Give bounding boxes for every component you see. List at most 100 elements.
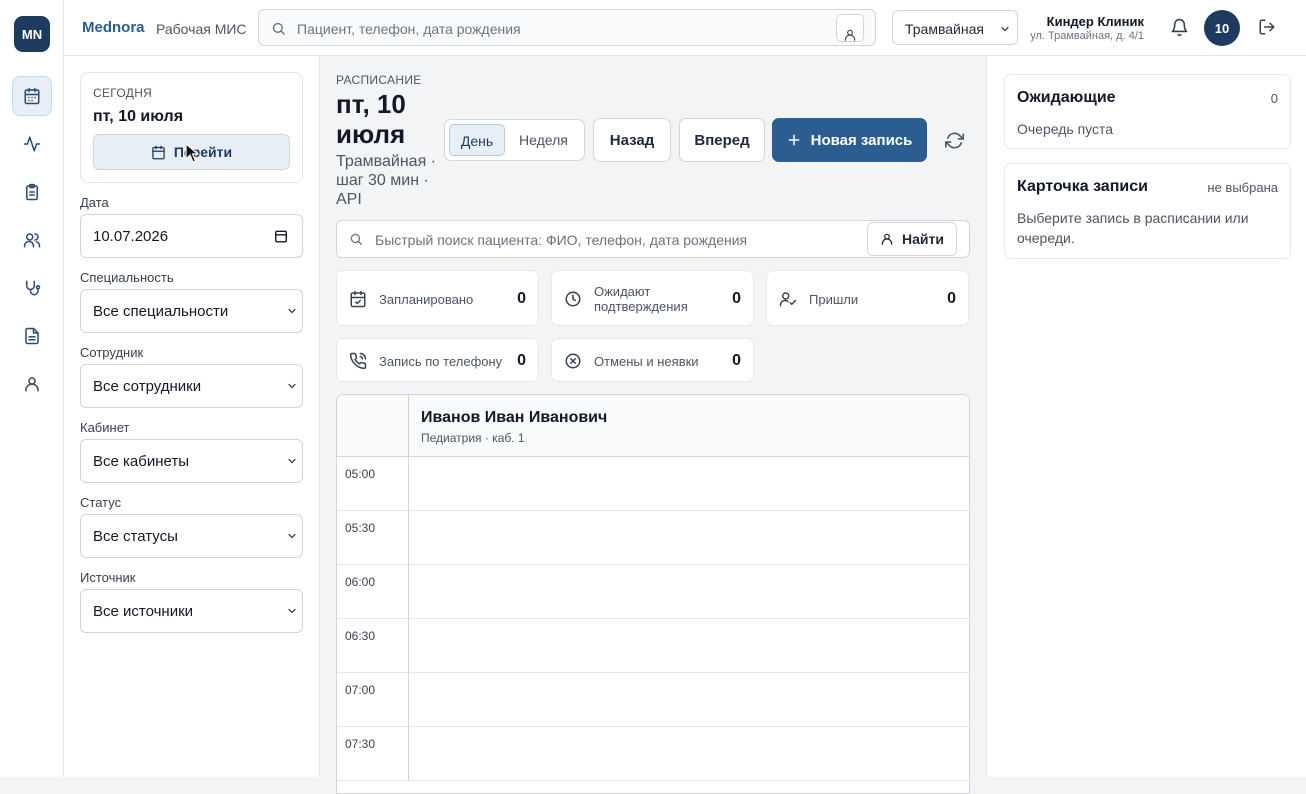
time-slot[interactable]: 07:00 [337,673,969,727]
filter-staff-select[interactable]: Все сотрудники [80,364,303,408]
today-date: пт, 10 июля [93,108,184,125]
phone-call-icon [349,352,367,370]
time-slot[interactable]: 05:30 [337,511,969,565]
stat-awaiting-confirmation[interactable]: Ожидают подтверждения 0 [551,270,754,326]
user-icon [25,377,39,392]
back-button[interactable]: Назад [593,118,671,162]
time-slot[interactable]: 07:30 [337,727,969,781]
logout-icon [1259,19,1275,35]
today-card: СЕГОДНЯ пт, 10 июля Перейти [80,72,303,183]
filter-source-select[interactable]: Все источники [80,589,303,633]
forward-button[interactable]: Вперед [679,118,765,162]
chevron-down-icon [288,383,296,389]
record-card-status: не выбрана [1207,180,1278,195]
brand-subtitle: Рабочая МИС [156,21,247,37]
new-record-label: Новая запись [810,131,913,149]
patient-lookup-button[interactable] [836,14,864,42]
filter-staff-label: Сотрудник [80,345,144,360]
quick-search-placeholder: Быстрый поиск пациента: ФИО, телефон, да… [375,232,748,248]
nav-schedule[interactable] [12,76,52,116]
nav-activity[interactable] [12,124,52,164]
app-logo[interactable]: MN [14,16,50,52]
doctor-name: Иванов Иван Иванович [421,409,608,426]
doctor-column-header[interactable]: Иванов Иван Иванович Педиатрия · каб. 1 [409,395,969,457]
filter-panel: СЕГОДНЯ пт, 10 июля Перейти Дата 10.07.2… [64,56,320,777]
quick-patient-search[interactable]: Быстрый поиск пациента: ФИО, телефон, да… [336,220,970,258]
stat-phone-booking[interactable]: Запись по телефону 0 [336,338,539,382]
nav-medical[interactable] [12,268,52,308]
filter-staff-value: Все сотрудники [93,378,202,395]
filter-specialty-select[interactable]: Все специальности [80,289,303,333]
schedule-grid: Иванов Иван Иванович Педиатрия · каб. 1 … [336,394,970,794]
avatar[interactable]: 10 [1204,10,1240,46]
branch-select[interactable]: Трамвайная [892,10,1018,45]
nav-documents[interactable] [12,316,52,356]
calendar-check-icon [350,290,366,308]
schedule-main: РАСПИСАНИЕ пт, 10 июля Трамвайная · шаг … [320,56,986,794]
new-record-button[interactable]: Новая запись [772,118,927,162]
right-panel: Ожидающие 0 Очередь пуста Карточка запис… [986,56,1306,777]
nav-patients[interactable] [12,220,52,260]
record-card: Карточка записи не выбрана Выберите запи… [1004,163,1291,259]
users-icon [23,233,41,248]
slot-time: 06:00 [337,565,409,619]
stat-label: Ожидают подтверждения [594,284,688,314]
stat-value: 0 [517,352,526,369]
time-slot[interactable]: 06:30 [337,619,969,673]
chevron-down-icon [288,308,296,314]
waiting-queue-card: Ожидающие 0 Очередь пуста [1004,74,1291,149]
slot-time: 07:00 [337,673,409,727]
refresh-icon [945,132,964,149]
stat-cancellations[interactable]: Отмены и неявки 0 [551,338,754,382]
slot-time: 06:30 [337,619,409,673]
nav-clipboard[interactable] [12,172,52,212]
user-icon [881,233,893,245]
find-button[interactable]: Найти [867,222,957,256]
stat-value: 0 [517,290,526,307]
filter-specialty-label: Специальность [80,270,174,285]
clinic-info: Киндер Клиник ул. Трамвайная, д. 4/1 [1030,14,1144,42]
time-slot[interactable]: 06:00 [337,565,969,619]
search-icon [272,22,285,35]
waiting-title: Ожидающие [1017,89,1116,106]
page-subtitle: Трамвайная · шаг 30 мин · API [336,153,436,208]
clinic-name: Киндер Клиник [1046,14,1144,29]
go-today-label: Перейти [173,144,233,160]
stat-value: 0 [732,352,741,369]
filter-status-select[interactable]: Все статусы [80,514,303,558]
view-week-button[interactable]: Неделя [519,132,568,148]
branch-value: Трамвайная [905,21,984,37]
time-column-header [337,395,409,457]
stat-value: 0 [732,290,741,307]
filter-date-value: 10.07.2026 [93,228,169,245]
global-search[interactable]: Пациент, телефон, дата рождения [258,9,876,46]
find-label: Найти [902,231,944,247]
logout-button[interactable] [1258,18,1276,36]
calendar-icon[interactable] [274,229,288,243]
waiting-count: 0 [1270,91,1278,106]
nav-profile[interactable] [12,364,52,404]
chevron-down-icon [288,533,296,539]
record-card-title: Карточка записи [1017,178,1148,195]
slot-time: 07:30 [337,727,409,781]
time-slot[interactable]: 05:00 [337,457,969,511]
clock-icon [565,291,581,307]
stat-label: Запись по телефону [379,354,503,369]
chevron-down-icon [288,458,296,464]
filter-date-input[interactable]: 10.07.2026 [80,214,303,258]
view-day-button[interactable]: День [449,124,505,156]
stat-arrived[interactable]: Пришли 0 [766,270,969,326]
search-icon [350,233,362,245]
mouse-cursor-icon [185,143,200,163]
calendar-icon [24,87,40,105]
view-switcher: День Неделя [444,119,585,161]
refresh-button[interactable] [945,131,964,150]
stat-planned[interactable]: Запланировано 0 [336,270,539,326]
stethoscope-icon [26,280,41,296]
filter-room-select[interactable]: Все кабинеты [80,439,303,483]
filter-room-label: Кабинет [80,420,130,435]
filter-status-label: Статус [80,495,122,510]
stat-label: Пришли [809,292,859,307]
notifications-button[interactable] [1170,18,1189,37]
doctor-detail: Педиатрия · каб. 1 [421,431,525,445]
